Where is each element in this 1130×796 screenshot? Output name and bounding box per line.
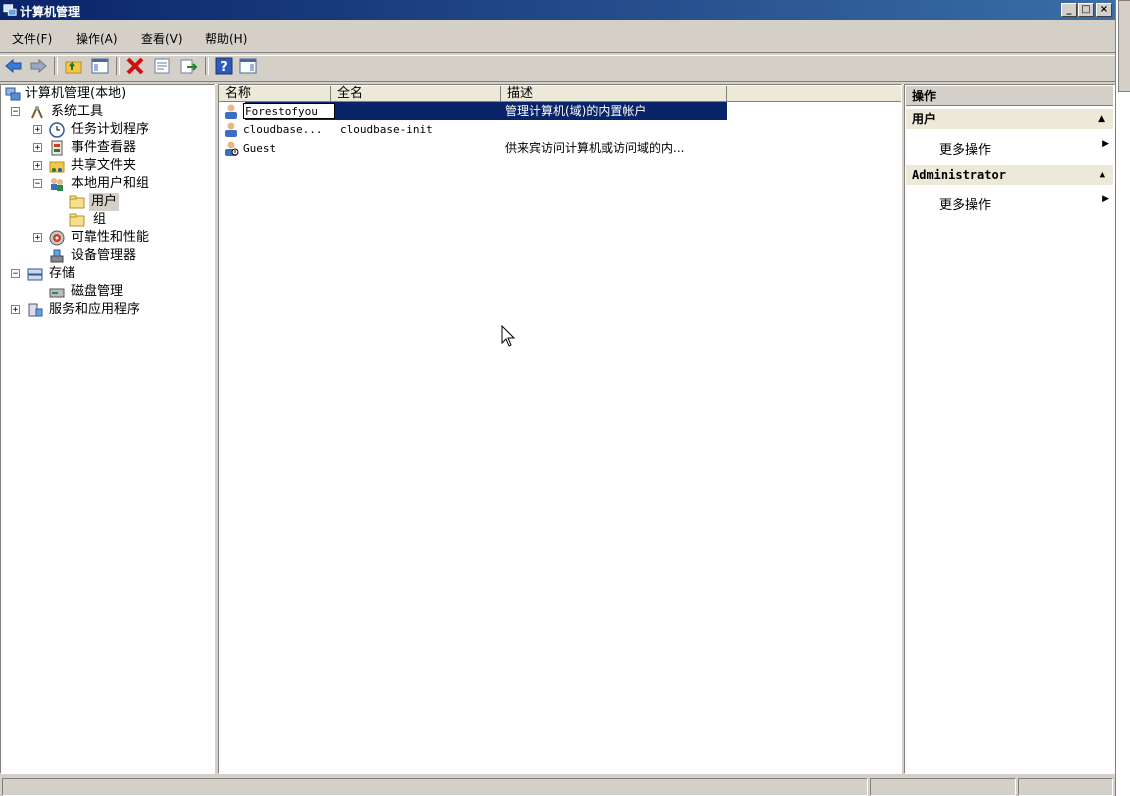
collapse-arrow-icon: ▲ — [1099, 170, 1105, 180]
tree-label: 可靠性和性能 — [71, 230, 150, 245]
cell-name: Guest — [243, 142, 277, 155]
action-group-header-administrator[interactable]: Administrator ▲ — [906, 165, 1113, 185]
tree-label: 磁盘管理 — [71, 284, 124, 299]
cell-name: cloudbase... — [243, 123, 323, 136]
users-group-icon — [51, 178, 63, 191]
title-bar: 计算机管理 _ □ × — [0, 0, 1115, 20]
collapse-toggle[interactable]: − — [11, 107, 20, 117]
actions-pane-title: 操作 — [906, 86, 1113, 106]
menu-file[interactable]: 文件(F) — [12, 30, 52, 47]
action-label: 更多操作 — [939, 143, 992, 158]
expand-toggle[interactable]: + — [33, 233, 42, 243]
action-group-label: 用户 — [912, 112, 937, 126]
cell-fullname: cloudbase-init — [340, 123, 433, 136]
shared-folder-icon — [49, 161, 65, 173]
rename-input[interactable] — [243, 103, 335, 119]
action-more-actions-users[interactable]: 更多操作 ▶ — [939, 139, 1109, 158]
menu-action[interactable]: 操作(A) — [76, 30, 118, 47]
table-row[interactable]: cloudbase... cloudbase-init — [223, 121, 727, 138]
tree-label: 系统工具 — [51, 104, 104, 119]
expand-toggle[interactable]: + — [33, 143, 42, 153]
back-icon[interactable] — [4, 56, 24, 76]
event-viewer-icon — [51, 140, 63, 156]
window-title: 计算机管理 — [20, 5, 81, 19]
delete-icon[interactable] — [125, 56, 145, 76]
action-more-actions-administrator[interactable]: 更多操作 ▶ — [939, 194, 1109, 213]
toolbar-separator — [205, 57, 209, 75]
tree-label: 本地用户和组 — [71, 176, 150, 191]
computer-management-icon — [5, 87, 21, 101]
computer-management-icon — [3, 4, 17, 16]
menu-help[interactable]: 帮助(H) — [205, 30, 247, 47]
clock-icon — [49, 122, 65, 138]
actions-pane: 操作 用户 ▲ 更多操作 ▶ Administrator ▲ 更多操作 ▶ — [904, 84, 1115, 774]
cell-description: 供来宾访问计算机或访问域的内... — [505, 141, 685, 155]
submenu-arrow-icon: ▶ — [1102, 139, 1109, 149]
table-row[interactable]: 管理计算机(域)的内置帐户 — [223, 102, 727, 120]
svg-text:?: ? — [220, 60, 228, 75]
user-icon — [225, 122, 237, 137]
column-header-description[interactable]: 描述 — [501, 86, 727, 102]
show-hide-tree-icon[interactable] — [90, 56, 110, 76]
cell-description: 管理计算机(域)的内置帐户 — [505, 104, 647, 118]
tree-label: 计算机管理(本地) — [25, 86, 127, 101]
tree-label: 任务计划程序 — [71, 122, 150, 137]
show-hide-action-icon[interactable] — [238, 56, 258, 76]
tree-label: 用户 — [89, 193, 120, 211]
status-panel-main — [2, 778, 868, 796]
console-tree[interactable]: 计算机管理(本地) − 系统工具 + 任务计划程序 + 事件查看器 + 共享文件… — [0, 84, 215, 774]
toolbar-separator — [54, 57, 58, 75]
tree-label: 设备管理器 — [71, 248, 137, 263]
close-button[interactable]: × — [1096, 3, 1112, 17]
device-manager-icon — [50, 249, 64, 263]
minimize-button[interactable]: _ — [1061, 3, 1077, 17]
background-window-edge — [1115, 0, 1130, 796]
toolbar-separator — [116, 57, 120, 75]
forward-icon[interactable] — [28, 56, 48, 76]
tree-label: 服务和应用程序 — [49, 302, 141, 317]
services-icon — [28, 303, 43, 317]
menu-view[interactable]: 查看(V) — [141, 30, 183, 47]
mouse-pointer-icon — [501, 325, 516, 347]
performance-icon — [49, 230, 65, 246]
user-icon — [225, 104, 237, 119]
users-list-view[interactable]: 名称 全名 描述 管理计算机(域)的内置帐户 cloudbase... clou… — [218, 84, 902, 774]
folder-icon — [69, 195, 85, 209]
folder-icon — [69, 213, 85, 227]
tree-label: 事件查看器 — [71, 140, 137, 155]
status-panel-3 — [1018, 778, 1113, 796]
table-row[interactable]: Guest 供来宾访问计算机或访问域的内... — [223, 140, 727, 157]
help-icon[interactable]: ? — [214, 56, 234, 76]
guest-user-icon — [225, 141, 239, 156]
expand-toggle[interactable]: + — [33, 161, 42, 171]
up-folder-icon[interactable] — [64, 56, 84, 76]
column-header-filler — [727, 86, 901, 102]
action-group-label: Administrator — [912, 168, 1006, 182]
export-icon[interactable] — [178, 56, 198, 76]
tree-label: 共享文件夹 — [71, 158, 137, 173]
properties-icon[interactable] — [152, 56, 172, 76]
tree-label: 组 — [93, 212, 107, 227]
action-label: 更多操作 — [939, 198, 992, 213]
action-group-header-users[interactable]: 用户 ▲ — [906, 109, 1113, 129]
expand-toggle[interactable]: + — [33, 125, 42, 135]
disk-icon — [49, 288, 65, 298]
collapse-arrow-icon: ▲ — [1098, 114, 1105, 124]
tools-icon — [31, 106, 43, 119]
tree-label: 存储 — [49, 266, 76, 281]
maximize-button[interactable]: □ — [1078, 3, 1094, 17]
column-header-name[interactable]: 名称 — [219, 86, 331, 102]
expand-toggle[interactable]: + — [11, 305, 20, 315]
submenu-arrow-icon: ▶ — [1102, 194, 1109, 204]
status-panel-2 — [870, 778, 1016, 796]
collapse-toggle[interactable]: − — [11, 269, 20, 279]
storage-icon — [27, 268, 43, 281]
column-header-fullname[interactable]: 全名 — [331, 86, 501, 102]
collapse-toggle[interactable]: − — [33, 179, 42, 189]
